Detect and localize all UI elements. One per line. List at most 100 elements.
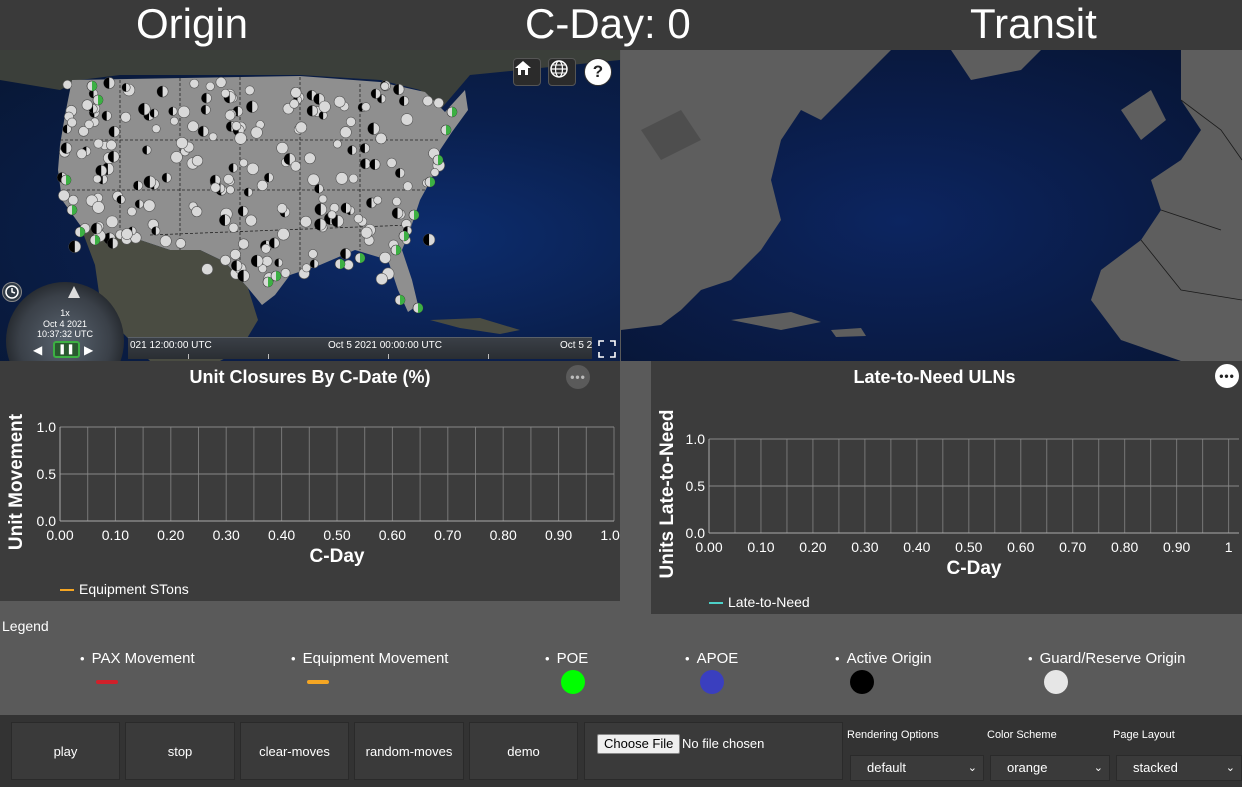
c-day-title: C-Day: 0 xyxy=(525,0,691,47)
page-layout-select[interactable]: stacked ⌄ xyxy=(1116,755,1242,781)
origin-marker xyxy=(277,227,290,241)
origin-marker xyxy=(228,163,239,173)
origin-marker xyxy=(219,214,231,227)
origin-title: Origin xyxy=(136,0,249,47)
origin-marker xyxy=(246,100,259,113)
timeline-label: Oct 5 2 xyxy=(560,340,593,351)
y-tick-label: 0.5 xyxy=(686,478,706,494)
origin-marker xyxy=(361,102,371,112)
rendering-options-select[interactable]: default ⌄ xyxy=(850,755,984,781)
origin-marker xyxy=(81,99,93,111)
x-tick-label: 0.90 xyxy=(1163,539,1190,555)
animation-clock[interactable]: 1x Oct 4 2021 10:37:32 UTC ◀ ❚❚ ▶ xyxy=(6,282,124,361)
origin-marker xyxy=(256,179,268,191)
late-to-need-chart: 0.00 0.10 0.20 0.30 0.40 0.50 0.60 0.70 0.80 0.90… xyxy=(657,410,1239,579)
origin-marker xyxy=(304,152,316,165)
origin-marker xyxy=(143,199,156,212)
timeline-label: Oct 5 2021 00:00:00 UTC xyxy=(328,340,442,351)
origin-marker xyxy=(380,81,390,91)
origin-marker xyxy=(280,268,291,278)
poe-marker xyxy=(86,80,98,92)
origin-marker xyxy=(138,102,151,116)
rendering-options-value: default xyxy=(867,760,907,775)
origin-marker xyxy=(250,126,263,139)
origin-marker xyxy=(318,194,328,204)
color-scheme-select[interactable]: orange ⌄ xyxy=(990,755,1110,781)
poe-marker xyxy=(60,174,72,186)
random-moves-button[interactable]: random-moves xyxy=(354,722,464,780)
clear-moves-button[interactable]: clear-moves xyxy=(240,722,349,780)
choose-file-button[interactable]: Choose File xyxy=(597,734,681,754)
x-tick-label: 0.70 xyxy=(434,527,461,543)
poe-marker xyxy=(394,294,406,306)
origin-marker xyxy=(308,249,318,259)
origin-marker xyxy=(177,105,191,119)
demo-button[interactable]: demo xyxy=(469,722,578,780)
origin-marker xyxy=(367,122,380,135)
x-tick-label: 1 xyxy=(1225,539,1233,555)
origin-marker xyxy=(68,194,79,206)
origin-marker xyxy=(228,222,239,233)
origin-marker xyxy=(290,87,302,99)
origin-marker xyxy=(289,99,299,109)
origin-marker xyxy=(391,207,404,219)
origin-marker xyxy=(333,139,342,149)
origin-marker xyxy=(76,148,87,160)
origin-marker xyxy=(191,155,204,167)
x-tick-label: 0.40 xyxy=(268,527,295,543)
origin-marker xyxy=(205,81,215,91)
origin-marker xyxy=(370,88,381,99)
origin-marker xyxy=(159,235,172,247)
origin-marker xyxy=(261,243,271,254)
poe-marker xyxy=(424,176,436,188)
origin-marker xyxy=(62,79,73,90)
origin-marker xyxy=(220,254,231,266)
file-status-text: No file chosen xyxy=(682,736,765,751)
origin-marker xyxy=(402,181,413,192)
x-tick-label: 0.70 xyxy=(1059,539,1086,555)
x-tick-label: 0.60 xyxy=(379,527,406,543)
origin-marker xyxy=(306,105,319,117)
x-tick-label: 0.80 xyxy=(1111,539,1138,555)
y-axis-label: Units Late-to-Need xyxy=(657,410,678,579)
origin-marker xyxy=(239,158,248,168)
origin-marker xyxy=(430,168,440,177)
origin-marker xyxy=(95,164,108,177)
page-layout-label: Page Layout xyxy=(1113,729,1175,741)
x-tick-label: 0.10 xyxy=(747,539,774,555)
origin-marker xyxy=(201,92,212,104)
chart1-legend-item[interactable]: Equipment STons xyxy=(60,581,189,597)
origin-marker xyxy=(340,202,352,214)
origin-marker xyxy=(307,173,320,186)
stop-button[interactable]: stop xyxy=(125,722,235,780)
y-tick-label: 0.5 xyxy=(37,466,57,482)
origin-marker xyxy=(398,95,410,107)
origin-marker xyxy=(339,126,352,139)
clock-needle-icon xyxy=(68,286,80,298)
origin-marker xyxy=(375,132,387,145)
origin-map[interactable]: ? 1x Oct 4 2021 10:37:32 UTC ◀ ❚❚ ▶ 021 … xyxy=(0,50,620,361)
origin-marker xyxy=(142,145,152,155)
globe-button[interactable] xyxy=(548,58,576,86)
origin-marker xyxy=(116,195,126,205)
origin-marker xyxy=(237,205,249,217)
origin-marker xyxy=(314,218,327,231)
rendering-options-label: Rendering Options xyxy=(847,729,939,741)
x-tick-label: 0.50 xyxy=(323,527,350,543)
chart2-legend-item[interactable]: Late-to-Need xyxy=(709,594,810,610)
poe-marker xyxy=(270,270,282,282)
y-tick-label: 1.0 xyxy=(37,419,57,435)
file-input-box: Choose File No file chosen xyxy=(584,722,843,780)
y-tick-label: 0.0 xyxy=(686,525,706,541)
origin-marker xyxy=(359,158,371,170)
transit-map[interactable] xyxy=(621,50,1242,361)
poe-marker xyxy=(92,94,104,106)
origin-marker xyxy=(215,76,227,88)
origin-marker xyxy=(340,248,352,260)
origin-marker xyxy=(309,259,319,269)
home-button[interactable] xyxy=(513,58,541,86)
fullscreen-button[interactable] xyxy=(596,338,618,360)
help-button[interactable]: ? xyxy=(584,58,612,86)
timeline-bar[interactable]: 021 12:00:00 UTC Oct 5 2021 00:00:00 UTC… xyxy=(128,337,592,359)
play-button[interactable]: play xyxy=(11,722,120,780)
